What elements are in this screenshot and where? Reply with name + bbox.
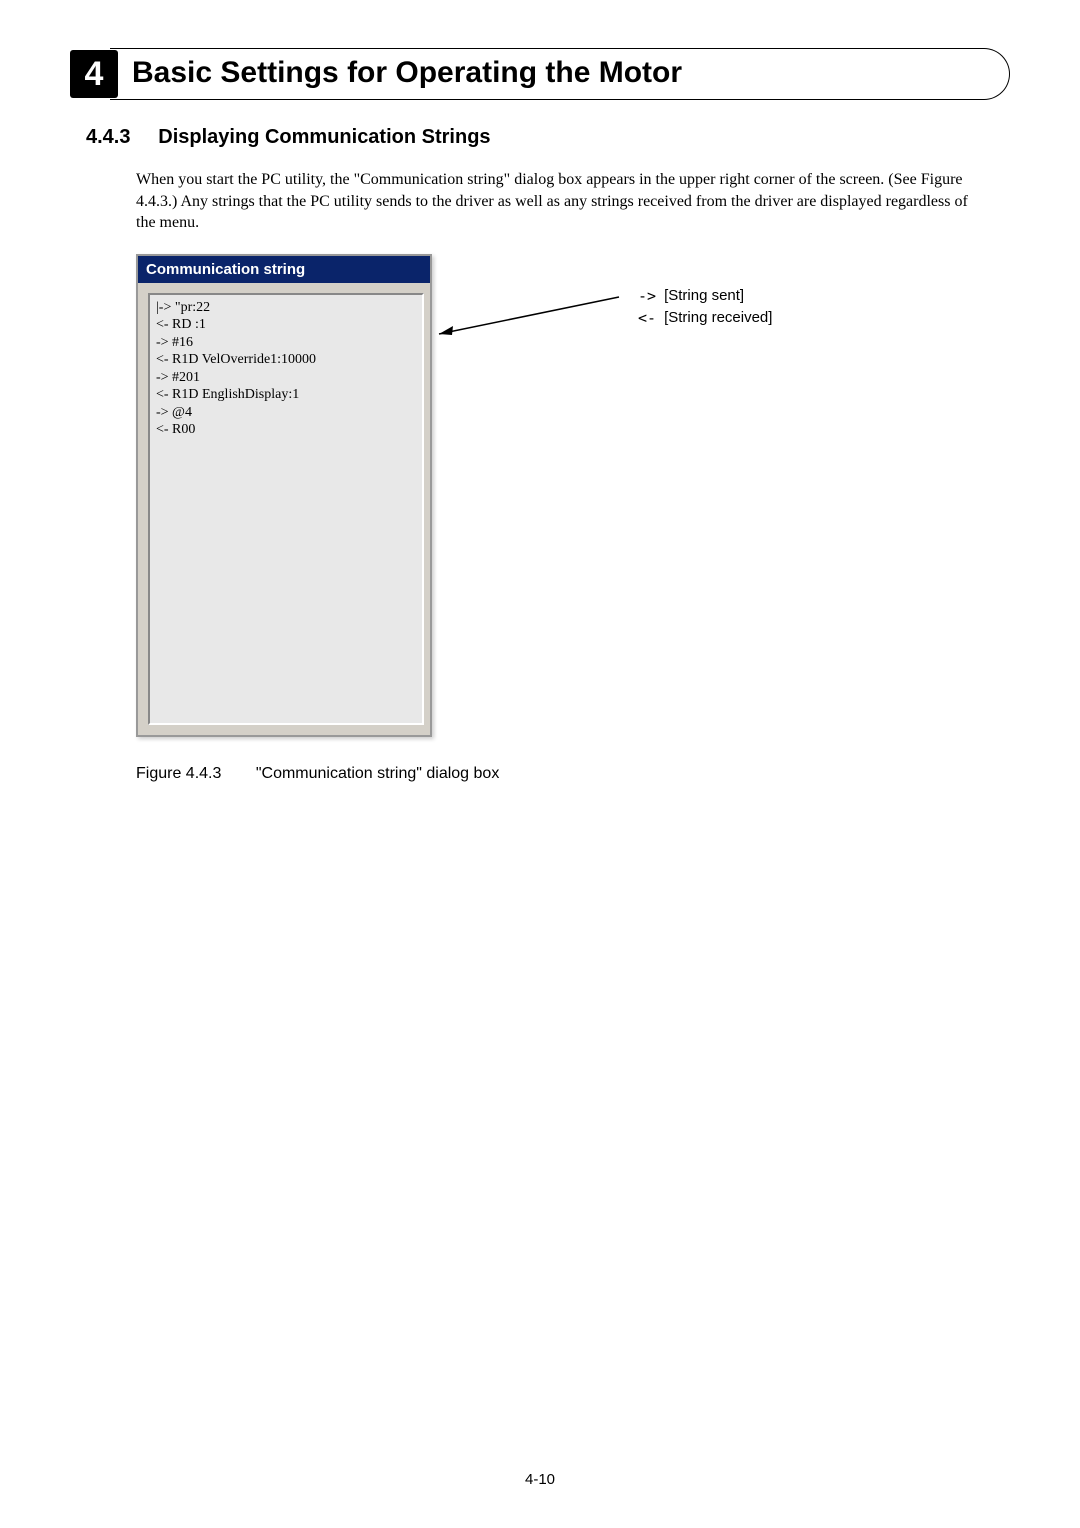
page-number: 4-10: [0, 1471, 1080, 1488]
annotation-arrow: [419, 279, 629, 359]
log-line: |-> "pr:22: [156, 299, 416, 317]
annotation-sent-label: [String sent]: [664, 286, 778, 306]
section-paragraph: When you start the PC utility, the "Comm…: [136, 169, 990, 234]
section-heading: 4.4.3 Displaying Communication Strings: [86, 126, 1010, 149]
chapter-header: 4 Basic Settings for Operating the Motor: [70, 50, 1010, 98]
section-number: 4.4.3: [86, 126, 130, 148]
arrow-sent-icon: ->: [638, 286, 662, 306]
arrow-received-icon: <-: [638, 308, 662, 328]
annotation-received-label: [String received]: [664, 308, 778, 328]
log-line: <- R1D VelOverride1:10000: [156, 351, 416, 369]
dialog-text-area[interactable]: |-> "pr:22 <- RD :1 -> #16 <- R1D VelOve…: [148, 293, 424, 725]
log-line: <- R00: [156, 421, 416, 439]
figure-caption: Figure 4.4.3 "Communication string" dial…: [136, 765, 1010, 783]
log-line: <- R1D EnglishDisplay:1: [156, 386, 416, 404]
figure-number: Figure 4.4.3: [136, 765, 221, 782]
annotation-legend: -> [String sent] <- [String received]: [636, 284, 780, 331]
log-line: <- RD :1: [156, 316, 416, 334]
section-title: Displaying Communication Strings: [158, 126, 490, 148]
chapter-number: 4: [85, 55, 104, 94]
figure-area: Communication string |-> "pr:22 <- RD :1…: [136, 254, 1010, 783]
log-line: -> #16: [156, 334, 416, 352]
chapter-title: Basic Settings for Operating the Motor: [132, 56, 682, 90]
dialog-body: |-> "pr:22 <- RD :1 -> #16 <- R1D VelOve…: [138, 283, 430, 735]
dialog-titlebar: Communication string: [138, 256, 430, 283]
figure-caption-text: "Communication string" dialog box: [256, 765, 499, 782]
log-line: -> #201: [156, 369, 416, 387]
communication-string-dialog: Communication string |-> "pr:22 <- RD :1…: [136, 254, 432, 737]
chapter-number-box: 4: [70, 50, 118, 98]
log-line: -> @4: [156, 404, 416, 422]
